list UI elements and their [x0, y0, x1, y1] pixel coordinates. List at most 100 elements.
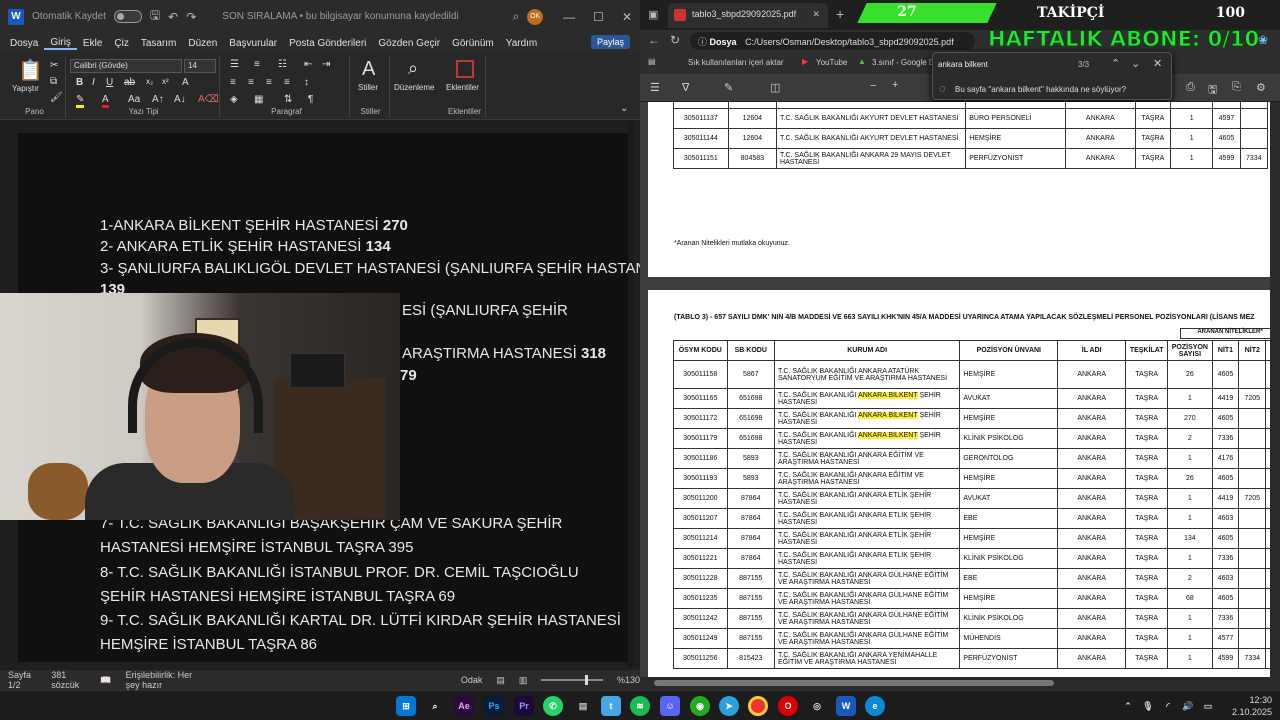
focus-button[interactable]: Odak — [461, 675, 483, 685]
increase-indent-icon[interactable]: ⇥ — [322, 59, 330, 70]
photoshop-icon[interactable]: Ps — [484, 696, 504, 716]
bookmark-import[interactable]: Sık kullanılanları içeri aktar — [688, 58, 784, 67]
menu-giris[interactable]: Giriş — [44, 37, 77, 50]
ask-copilot-suggestion[interactable]: Bu sayfa "ankara bilkent" hakkında ne sö… — [955, 85, 1126, 94]
paste-icon[interactable]: 📋 — [18, 58, 43, 83]
status-page[interactable]: Sayfa 1/2 — [8, 670, 37, 690]
redo-icon[interactable]: ↷ — [186, 10, 196, 24]
cut-icon[interactable]: ✂ — [50, 60, 58, 71]
status-words[interactable]: 381 sözcük — [51, 670, 86, 690]
start-icon[interactable]: ⊞ — [396, 696, 416, 716]
shrink-font-icon[interactable]: A↓ — [174, 94, 186, 105]
back-icon[interactable]: ← — [648, 33, 660, 47]
user-avatar[interactable]: OK — [527, 8, 544, 25]
word-scrollbar[interactable] — [628, 120, 634, 668]
align-center-icon[interactable]: ≡ — [248, 77, 254, 88]
addins-button[interactable]: Eklentiler — [446, 83, 479, 92]
autosave-toggle[interactable] — [113, 10, 142, 23]
bold-icon[interactable]: B — [76, 77, 83, 88]
read-aloud-icon[interactable]: ◫ — [770, 81, 780, 94]
menu-ciz[interactable]: Çiz — [108, 38, 134, 49]
opera-icon[interactable]: O — [778, 696, 798, 716]
zoom-out-icon[interactable]: − — [870, 80, 876, 92]
styles-icon[interactable]: A — [362, 58, 375, 81]
save-icon[interactable]: 🖫 — [150, 6, 160, 27]
ribbon-collapse-icon[interactable]: ⌄ — [620, 103, 628, 114]
align-right-icon[interactable]: ≡ — [266, 77, 272, 88]
sort-icon[interactable]: ⇅ — [284, 94, 292, 105]
font-name-select[interactable]: Calibri (Gövde) — [70, 59, 182, 73]
edge-taskbar-icon[interactable]: e — [865, 696, 885, 716]
text-effects-icon[interactable]: A — [182, 77, 189, 88]
addins-icon[interactable] — [456, 60, 474, 78]
menu-gorunum[interactable]: Görünüm — [446, 38, 500, 49]
pdf-vertical-scrollbar[interactable] — [1270, 102, 1280, 677]
font-size-select[interactable]: 14 — [184, 59, 216, 73]
maximize-icon[interactable]: ☐ — [593, 10, 604, 24]
copy-icon[interactable]: ⧉ — [50, 76, 57, 87]
nvidia-icon[interactable]: ◉ — [690, 696, 710, 716]
bookmark-youtube[interactable]: YouTube — [816, 58, 847, 67]
spotify-icon[interactable]: ≋ — [630, 696, 650, 716]
multilevel-icon[interactable]: ☷ — [278, 59, 287, 70]
file-explorer-icon[interactable]: ▤ — [573, 696, 593, 716]
paragraph-mark-icon[interactable]: ¶ — [308, 94, 313, 105]
align-left-icon[interactable]: ≡ — [230, 77, 236, 88]
find-magnifier-icon[interactable]: ⌕ — [408, 58, 418, 79]
whatsapp-icon[interactable]: ✆ — [543, 696, 563, 716]
clock[interactable]: 12:30 2.10.2025 — [1232, 694, 1272, 718]
obs-icon[interactable]: ◎ — [807, 696, 827, 716]
menu-ekle[interactable]: Ekle — [77, 38, 108, 49]
find-close-icon[interactable]: ✕ — [1153, 57, 1162, 70]
pdf-settings-icon[interactable]: ⚙ — [1256, 81, 1266, 94]
tab-pdf[interactable]: tablo3_sbpd29092025.pdf ✕ — [668, 3, 828, 28]
share-button[interactable]: Paylaş — [590, 35, 630, 49]
line-spacing-icon[interactable]: ↕ — [304, 77, 309, 88]
draw-tool-icon[interactable]: ✎ — [724, 81, 733, 94]
read-mode-icon[interactable]: ▤ — [496, 675, 505, 686]
hscroll-thumb[interactable] — [654, 680, 1054, 686]
format-painter-icon[interactable]: 🖌 — [50, 92, 63, 103]
grow-font-icon[interactable]: A↑ — [152, 94, 164, 105]
zoom-slider[interactable] — [541, 675, 603, 685]
tab-close-icon[interactable]: ✕ — [812, 9, 820, 20]
strikethrough-icon[interactable]: ab — [124, 77, 135, 88]
shading-icon[interactable]: ◈ — [230, 94, 238, 105]
change-case-icon[interactable]: Aa — [128, 94, 140, 105]
twitter-icon[interactable]: t — [601, 696, 621, 716]
subscript-icon[interactable]: x₂ — [146, 77, 153, 86]
underline-icon[interactable]: U — [106, 77, 113, 88]
menu-dosya[interactable]: Dosya — [4, 38, 44, 49]
copilot-icon[interactable]: ❀ — [1258, 33, 1268, 47]
menu-yardim[interactable]: Yardım — [500, 38, 544, 49]
clear-format-icon[interactable]: A⌫ — [198, 94, 219, 105]
pdf-horizontal-scrollbar[interactable] — [640, 677, 1280, 690]
volume-icon[interactable]: 🔊 — [1178, 696, 1198, 716]
wifi-icon[interactable]: ◜ — [1158, 696, 1178, 716]
menu-duzen[interactable]: Düzen — [182, 38, 223, 49]
editing-button[interactable]: Düzenleme — [394, 83, 434, 92]
mic-icon[interactable]: 🎙 — [1138, 696, 1158, 716]
tray-chevron-icon[interactable]: ⌃ — [1118, 696, 1138, 716]
new-tab-icon[interactable]: + — [836, 6, 844, 22]
word-taskbar-icon[interactable]: W — [836, 696, 856, 716]
info-icon[interactable]: ⓘ — [698, 37, 707, 47]
minimize-icon[interactable]: — — [563, 10, 575, 24]
close-icon[interactable]: ✕ — [622, 10, 632, 24]
print-layout-icon[interactable]: ▥ — [519, 675, 528, 686]
premiere-icon[interactable]: Pr — [514, 696, 534, 716]
undo-icon[interactable]: ↶ — [168, 10, 178, 24]
bullets-icon[interactable]: ☰ — [230, 59, 239, 70]
proofing-icon[interactable]: 📖 — [100, 675, 111, 686]
pdf-viewer[interactable]: 305011130732119ANKARA YENİMAHALLE İLÇE S… — [640, 102, 1280, 677]
menu-tasarim[interactable]: Tasarım — [135, 38, 183, 49]
numbering-icon[interactable]: ≡ — [254, 59, 260, 70]
paste-button[interactable]: Yapıştır — [12, 84, 39, 93]
find-next-icon[interactable]: ⌄ — [1131, 57, 1140, 70]
save-pdf-icon[interactable]: 🖫 — [1208, 81, 1217, 100]
menu-gozden-gecir[interactable]: Gözden Geçir — [372, 38, 446, 49]
justify-icon[interactable]: ≡ — [284, 77, 290, 88]
find-input[interactable]: ankara bilkent — [938, 60, 988, 69]
refresh-icon[interactable]: ↻ — [670, 33, 680, 47]
address-bar[interactable]: ⓘ Dosya C:/Users/Osman/Desktop/tablo3_sb… — [690, 32, 975, 50]
